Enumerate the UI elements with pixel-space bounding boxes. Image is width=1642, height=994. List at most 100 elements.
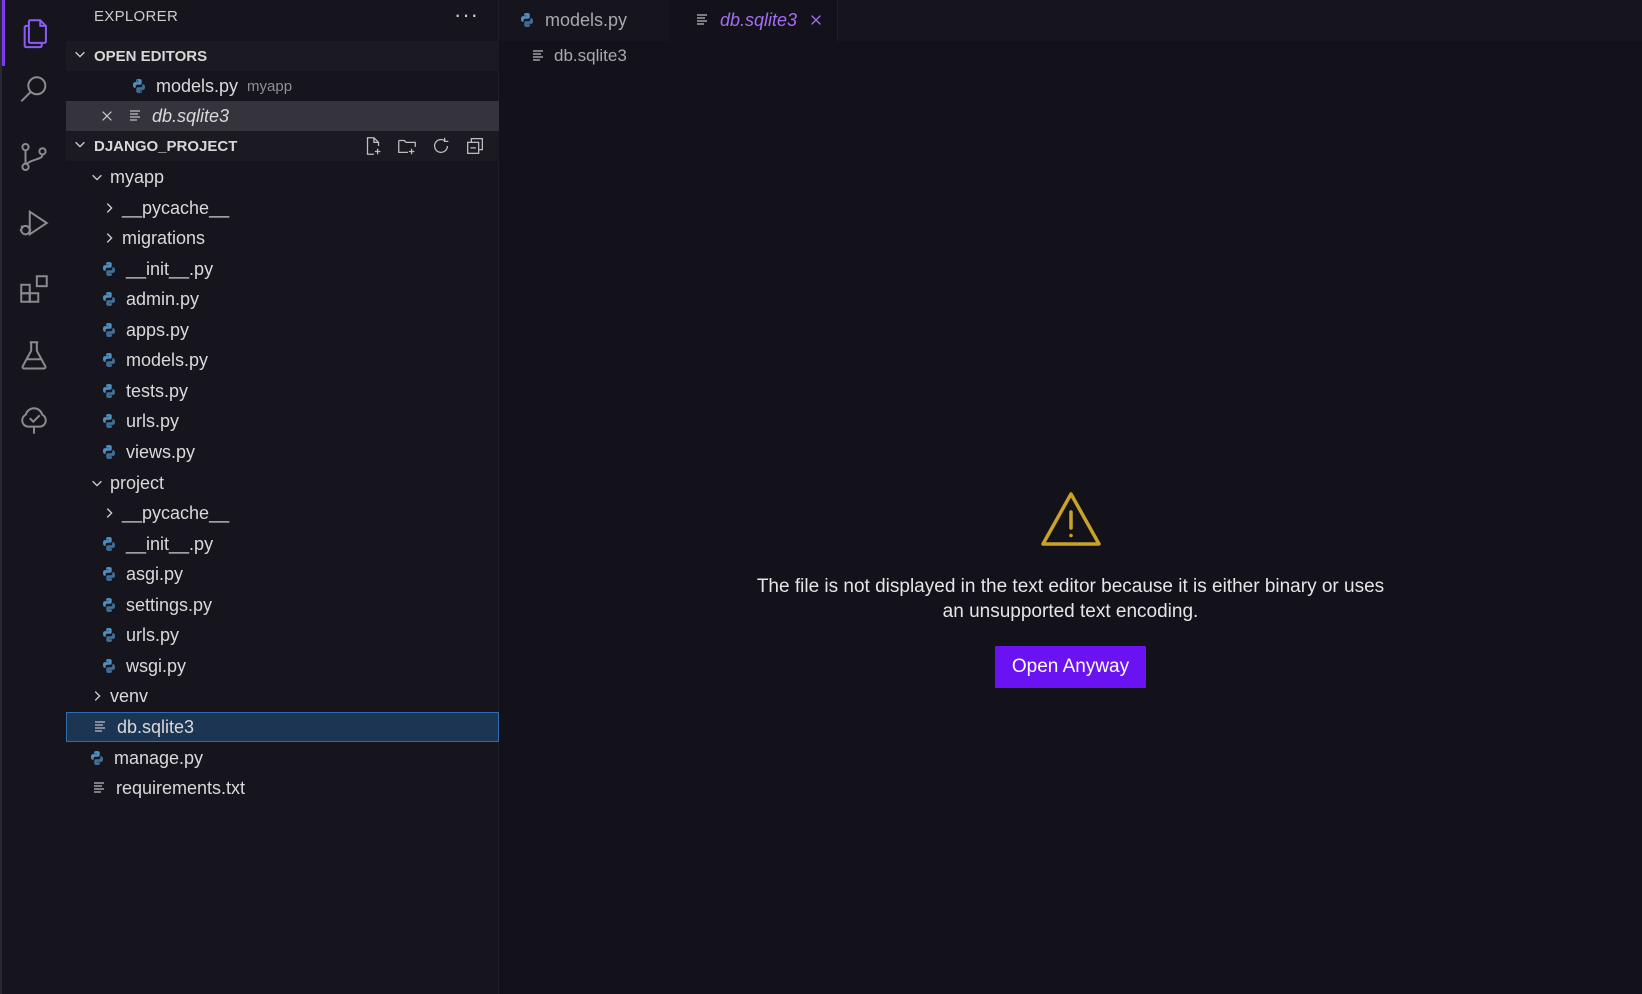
project-label: DJANGO_PROJECT: [94, 137, 238, 155]
tree-file-label: tests.py: [126, 380, 189, 401]
chevron-right-icon: [106, 203, 113, 213]
tree-file[interactable]: urls.py: [66, 406, 499, 436]
tree-folder[interactable]: myapp: [66, 162, 499, 192]
chevron-down-icon: [75, 51, 85, 58]
explorer-header: EXPLORER ···: [66, 0, 499, 34]
python-file-icon: [103, 659, 115, 673]
tab-db-sqlite3[interactable]: db.sqlite3: [670, 0, 838, 41]
tree-file[interactable]: manage.py: [66, 743, 499, 773]
tree-file-label: models.py: [126, 349, 209, 370]
close-tab-button[interactable]: [809, 13, 825, 29]
chevron-right-icon: [106, 233, 113, 243]
vscode-window: EXPLORER ··· OPEN EDITORS models.py myap…: [0, 0, 1642, 994]
tree-file-label: db.sqlite3: [117, 716, 195, 737]
text-file-icon: [94, 782, 104, 793]
open-anyway-button[interactable]: Open Anyway: [994, 646, 1147, 688]
new-file-button[interactable]: [361, 134, 385, 158]
tree-folder[interactable]: migrations: [66, 223, 499, 253]
refresh-button[interactable]: [429, 134, 453, 158]
open-editor-item[interactable]: db.sqlite3: [66, 101, 499, 131]
text-file-icon: [95, 721, 105, 732]
text-file-icon: [130, 110, 140, 121]
close-editor-button[interactable]: [100, 109, 114, 123]
tree-folder-label: myapp: [110, 166, 165, 187]
tree-file[interactable]: wsgi.py: [66, 651, 499, 681]
tab-label: models.py: [545, 10, 628, 30]
python-file-icon: [103, 537, 115, 551]
python-file-icon: [103, 384, 115, 398]
tree-file[interactable]: settings.py: [66, 590, 499, 620]
tree-folder[interactable]: venv: [66, 681, 499, 711]
breadcrumb-file[interactable]: db.sqlite3: [554, 46, 627, 66]
tab-models-py[interactable]: models.py: [499, 0, 670, 41]
open-editor-name: models.py: [156, 75, 239, 96]
tree-folder-label: __pycache__: [122, 197, 230, 218]
search-activity-button[interactable]: [2, 57, 66, 123]
python-file-icon: [103, 598, 115, 612]
new-file-icon: [366, 137, 381, 155]
explorer-title: EXPLORER: [94, 8, 179, 25]
tree-file-label: manage.py: [114, 747, 204, 768]
tree-file-label: urls.py: [126, 624, 180, 645]
source-control-activity-button[interactable]: [2, 124, 66, 190]
more-actions-button[interactable]: ···: [454, 2, 479, 28]
source-control-icon: [21, 142, 47, 172]
tree-file-label: apps.py: [126, 319, 190, 340]
open-editor-folder: myapp: [247, 77, 293, 95]
project-section-header[interactable]: DJANGO_PROJECT: [66, 131, 499, 161]
tree-file-label: __init__.py: [126, 258, 214, 279]
tree-file-label: urls.py: [126, 410, 180, 431]
tree-file-label: asgi.py: [126, 563, 184, 584]
run-debug-activity-button[interactable]: [2, 190, 66, 256]
open-editors-section-header[interactable]: OPEN EDITORS: [66, 41, 499, 71]
open-editor-item[interactable]: models.py myapp: [66, 71, 499, 101]
tree-file[interactable]: requirements.txt: [66, 773, 499, 803]
python-file-icon: [103, 292, 115, 306]
chevron-right-icon: [106, 508, 113, 518]
tree-folder[interactable]: __pycache__: [66, 193, 499, 223]
search-icon: [20, 76, 47, 103]
tree-file[interactable]: urls.py: [66, 620, 499, 650]
extensions-activity-button[interactable]: [2, 256, 66, 322]
editor-tab-bar: models.py db.sqlite3: [499, 0, 1642, 41]
tree-file[interactable]: __init__.py: [66, 254, 499, 284]
tree-folder-label: venv: [110, 685, 149, 706]
open-editors-label: OPEN EDITORS: [94, 47, 208, 65]
activity-bar: [0, 0, 66, 994]
tree-file[interactable]: views.py: [66, 437, 499, 467]
python-file-icon: [103, 628, 115, 642]
tree-file[interactable]: asgi.py: [66, 559, 499, 589]
tab-label: db.sqlite3: [720, 10, 798, 30]
tree-file[interactable]: apps.py: [66, 315, 499, 345]
tree-file-selected[interactable]: db.sqlite3: [66, 712, 499, 742]
tree-file[interactable]: models.py: [66, 345, 499, 375]
refresh-icon: [433, 137, 449, 153]
python-file-icon: [103, 323, 115, 337]
tree-file[interactable]: tests.py: [66, 376, 499, 406]
tree-file-label: __init__.py: [126, 533, 214, 554]
python-file-icon: [103, 567, 115, 581]
collapse-all-button[interactable]: [463, 134, 487, 158]
tree-folder-label: __pycache__: [122, 502, 230, 523]
tree-file-label: wsgi.py: [126, 655, 187, 676]
tree-folder[interactable]: project: [66, 468, 499, 498]
testing-activity-button[interactable]: [2, 322, 66, 388]
chevron-down-icon: [75, 141, 85, 148]
tree-file-label: requirements.txt: [116, 777, 246, 798]
python-file-icon: [133, 79, 145, 93]
tree-file[interactable]: admin.py: [66, 284, 499, 314]
text-file-icon: [697, 13, 707, 25]
text-file-icon: [533, 50, 543, 61]
python-file-icon: [103, 414, 115, 428]
tree-file-label: views.py: [126, 441, 196, 462]
close-icon: [811, 14, 821, 25]
tree-file[interactable]: __init__.py: [66, 529, 499, 559]
new-folder-button[interactable]: [395, 134, 419, 158]
warning-icon: [1040, 492, 1101, 546]
tree-activity-button[interactable]: [2, 388, 66, 454]
collapse-all-icon: [467, 138, 483, 154]
extensions-icon: [20, 275, 48, 303]
tree-folder[interactable]: __pycache__: [66, 498, 499, 528]
python-file-icon: [521, 12, 533, 27]
run-debug-icon: [19, 209, 49, 237]
